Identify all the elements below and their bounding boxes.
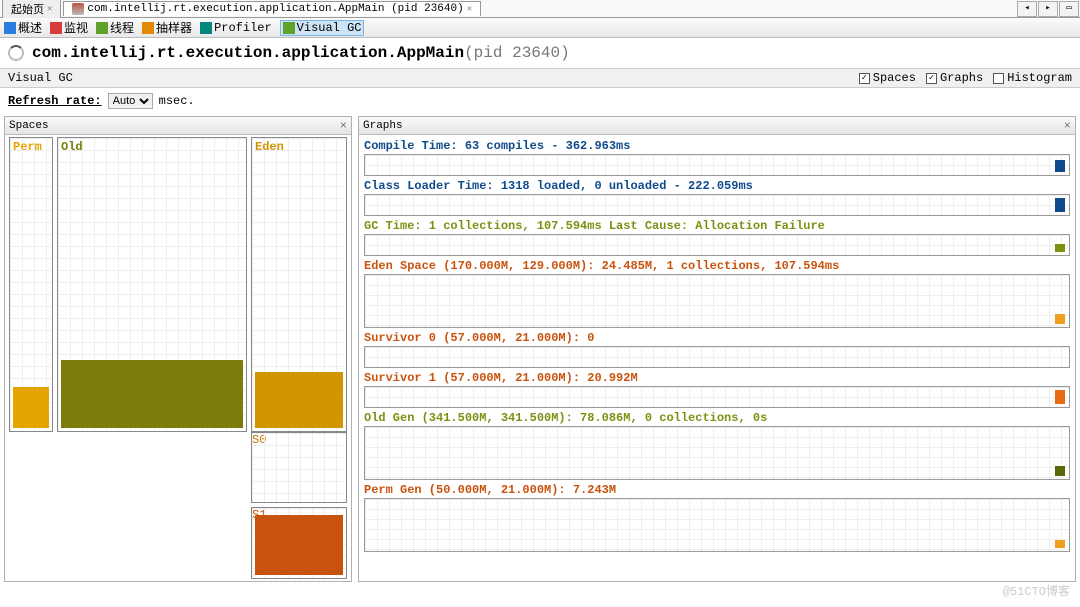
tool-monitor[interactable]: 监视: [50, 19, 88, 36]
graph-row: Class Loader Time: 1318 loaded, 0 unload…: [364, 179, 1070, 216]
graph-spike: [1055, 160, 1065, 172]
spaces-panel: Spaces × Perm Old Eden: [4, 116, 352, 582]
graph-label: GC Time: 1 collections, 107.594ms Last C…: [364, 219, 1070, 234]
refresh-select[interactable]: Auto: [108, 93, 153, 109]
tool-overview[interactable]: 概述: [4, 19, 42, 36]
java-icon: [72, 3, 84, 15]
window-controls: ◂ ▸ ▭: [1017, 1, 1080, 17]
space-s0: S0: [251, 432, 347, 504]
tool-sampler[interactable]: 抽样器: [142, 19, 192, 36]
graph-spike: [1055, 390, 1065, 404]
graph-spike: [1055, 198, 1065, 212]
top-tab-strip: 起始页 ✕ com.intellij.rt.execution.applicat…: [0, 0, 1080, 18]
graph-row: Old Gen (341.500M, 341.500M): 78.086M, 0…: [364, 411, 1070, 480]
tab-startpage-label: 起始页: [11, 1, 44, 17]
overview-icon: [4, 22, 16, 34]
spaces-body: Perm Old Eden S0: [5, 135, 351, 581]
graphs-body: Compile Time: 63 compiles - 362.963ms Cla…: [359, 135, 1075, 581]
graph-row: Eden Space (170.000M, 129.000M): 24.485M…: [364, 259, 1070, 328]
graph-spike: [1055, 244, 1065, 252]
graph-box: [364, 386, 1070, 408]
graph-row: Survivor 1 (57.000M, 21.000M): 20.992M: [364, 371, 1070, 408]
app-title-row: com.intellij.rt.execution.application.Ap…: [0, 38, 1080, 68]
s1-fill: [255, 515, 343, 575]
app-pid: (pid 23640): [464, 44, 570, 62]
tab-appmain[interactable]: com.intellij.rt.execution.application.Ap…: [63, 1, 481, 16]
graph-label: Compile Time: 63 compiles - 362.963ms: [364, 139, 1070, 154]
refresh-label: Refresh rate:: [8, 94, 102, 108]
eden-fill: [255, 372, 343, 428]
graph-spike: [1055, 314, 1065, 324]
spaces-title: Spaces ×: [5, 117, 351, 135]
graphs-title: Graphs ×: [359, 117, 1075, 135]
check-spaces[interactable]: ✓Spaces: [859, 71, 916, 85]
checkbox-icon: ✓: [859, 73, 870, 84]
tab-appmain-label: com.intellij.rt.execution.application.Ap…: [87, 3, 463, 15]
checkbox-icon: ✓: [926, 73, 937, 84]
panels: Spaces × Perm Old Eden: [0, 114, 1080, 586]
view-toolbar: 概述 监视 线程 抽样器 Profiler Visual GC: [0, 18, 1080, 38]
close-icon[interactable]: ×: [340, 119, 347, 133]
graph-spike: [1055, 540, 1065, 548]
graph-row: GC Time: 1 collections, 107.594ms Last C…: [364, 219, 1070, 256]
graph-spike: [1055, 466, 1065, 476]
profiler-icon: [200, 22, 212, 34]
graph-label: Survivor 1 (57.000M, 21.000M): 20.992M: [364, 371, 1070, 386]
next-button[interactable]: ▸: [1038, 1, 1058, 17]
graph-label: Old Gen (341.500M, 341.500M): 78.086M, 0…: [364, 411, 1070, 426]
tab-startpage[interactable]: 起始页 ✕: [2, 0, 61, 18]
old-fill: [61, 360, 243, 427]
space-old: Old: [57, 137, 247, 432]
graph-box: [364, 234, 1070, 256]
graph-box: [364, 426, 1070, 480]
space-perm: Perm: [9, 137, 53, 432]
refresh-row: Refresh rate: Auto msec.: [0, 88, 1080, 114]
close-icon[interactable]: ✕: [467, 4, 472, 14]
check-histogram[interactable]: Histogram: [993, 71, 1072, 85]
graph-box: [364, 346, 1070, 368]
watermark: @51CTO博客: [1003, 582, 1070, 599]
graph-row: Compile Time: 63 compiles - 362.963ms: [364, 139, 1070, 176]
graph-row: Perm Gen (50.000M, 21.000M): 7.243M: [364, 483, 1070, 552]
graph-label: Eden Space (170.000M, 129.000M): 24.485M…: [364, 259, 1070, 274]
tool-threads[interactable]: 线程: [96, 19, 134, 36]
monitor-icon: [50, 22, 62, 34]
perm-fill: [13, 387, 49, 428]
tool-profiler[interactable]: Profiler: [200, 21, 272, 35]
prev-button[interactable]: ◂: [1017, 1, 1037, 17]
graph-box: [364, 154, 1070, 176]
space-s1: S1: [251, 507, 347, 579]
graph-label: Survivor 0 (57.000M, 21.000M): 0: [364, 331, 1070, 346]
graph-box: [364, 498, 1070, 552]
visualgc-icon: [283, 22, 295, 34]
loading-icon: [8, 45, 24, 61]
sampler-icon: [142, 22, 154, 34]
check-graphs[interactable]: ✓Graphs: [926, 71, 983, 85]
subtab-bar: Visual GC ✓Spaces ✓Graphs Histogram: [0, 68, 1080, 88]
checkbox-icon: [993, 73, 1004, 84]
close-icon[interactable]: ✕: [47, 4, 52, 14]
graph-box: [364, 274, 1070, 328]
graph-label: Perm Gen (50.000M, 21.000M): 7.243M: [364, 483, 1070, 498]
tool-visualgc[interactable]: Visual GC: [280, 20, 365, 36]
refresh-unit: msec.: [159, 94, 195, 108]
app-title: com.intellij.rt.execution.application.Ap…: [32, 44, 464, 62]
maximize-button[interactable]: ▭: [1059, 1, 1079, 17]
subtab-label: Visual GC: [8, 71, 73, 85]
graphs-panel: Graphs × Compile Time: 63 compiles - 362…: [358, 116, 1076, 582]
threads-icon: [96, 22, 108, 34]
close-icon[interactable]: ×: [1064, 119, 1071, 133]
space-eden: Eden: [251, 137, 347, 432]
graph-row: Survivor 0 (57.000M, 21.000M): 0: [364, 331, 1070, 368]
graph-box: [364, 194, 1070, 216]
graph-label: Class Loader Time: 1318 loaded, 0 unload…: [364, 179, 1070, 194]
